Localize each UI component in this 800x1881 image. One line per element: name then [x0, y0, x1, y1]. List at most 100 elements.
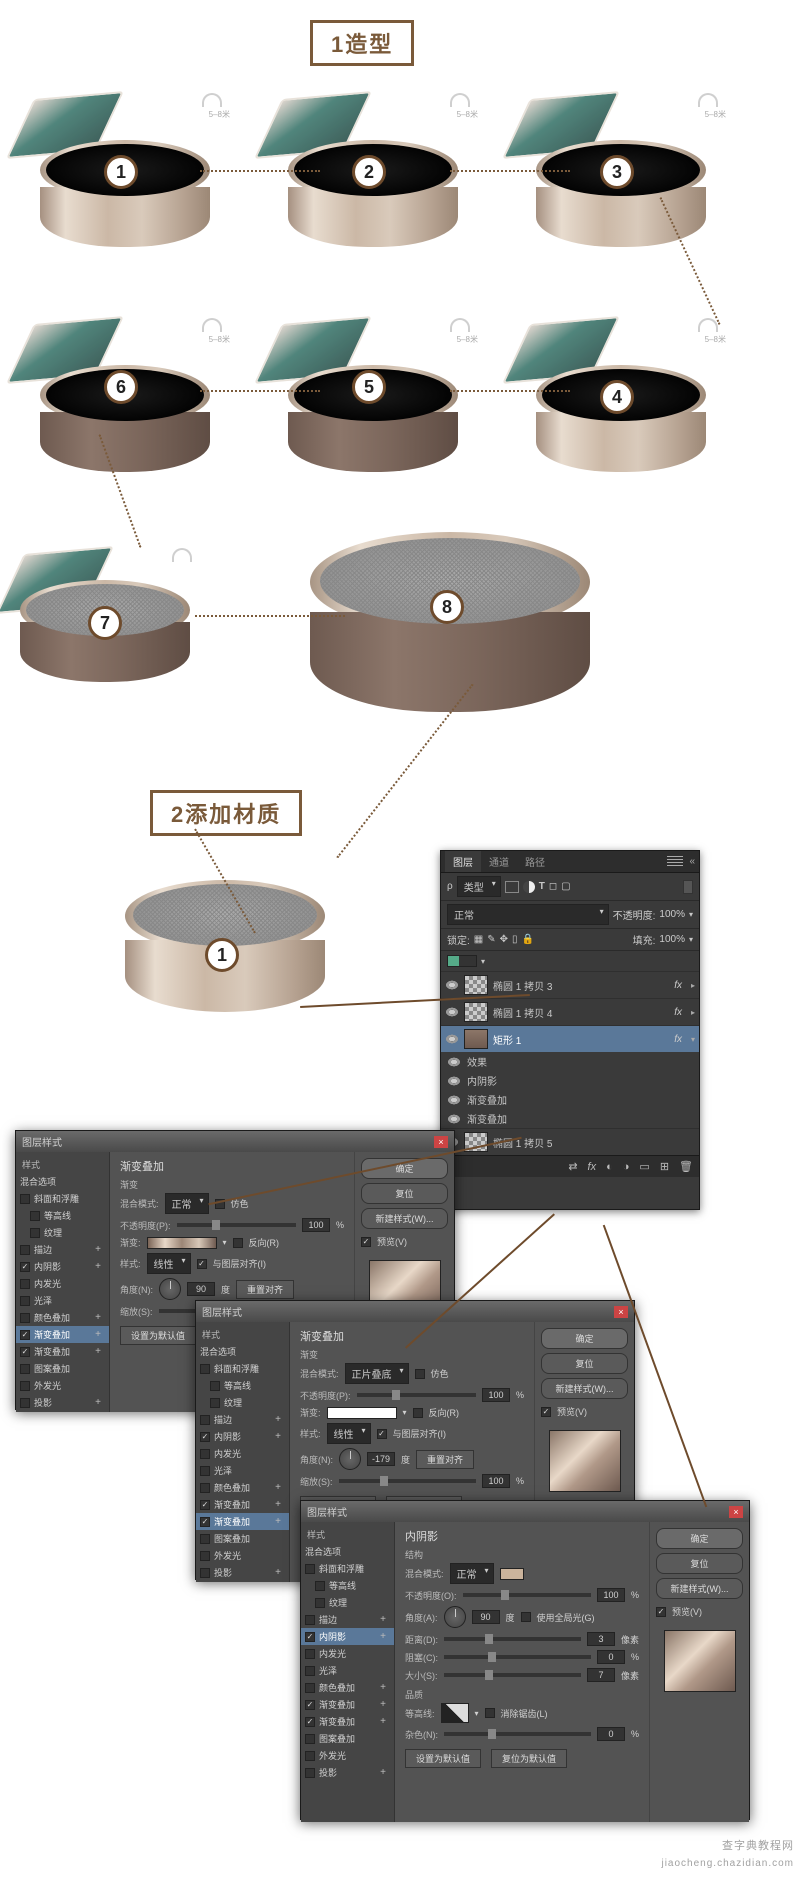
style-checkbox[interactable]: [305, 1683, 315, 1693]
style-gradient-overlay[interactable]: ✓渐变叠加+: [301, 1696, 394, 1713]
style-gradient-overlay-2[interactable]: ✓渐变叠加+: [301, 1713, 394, 1730]
style-gradient-overlay[interactable]: ✓渐变叠加+: [196, 1496, 289, 1513]
add-icon[interactable]: +: [275, 1431, 285, 1442]
visibility-toggle-icon[interactable]: [447, 1057, 461, 1067]
effect-gradient-overlay-1[interactable]: 渐变叠加: [441, 1090, 699, 1109]
fill-caret-icon[interactable]: ▾: [689, 935, 693, 944]
opacity-value[interactable]: 100: [482, 1388, 510, 1402]
style-color-overlay[interactable]: 颜色叠加+: [16, 1309, 109, 1326]
reverse-checkbox[interactable]: [233, 1238, 243, 1248]
angle-dial[interactable]: [159, 1278, 181, 1300]
style-checkbox[interactable]: [305, 1734, 315, 1744]
layer-style-icon[interactable]: fx: [588, 1161, 597, 1173]
gradient-caret-icon[interactable]: ▾: [223, 1238, 227, 1247]
style-checkbox[interactable]: [20, 1364, 30, 1374]
size-value[interactable]: 7: [587, 1668, 615, 1682]
angle-value[interactable]: 90: [187, 1282, 215, 1296]
visibility-toggle-icon[interactable]: [445, 1007, 459, 1017]
layer-kind-dropdown[interactable]: 类型: [457, 876, 501, 897]
add-icon[interactable]: +: [275, 1499, 285, 1510]
scale-value[interactable]: 100: [482, 1474, 510, 1488]
style-checkbox[interactable]: ✓: [305, 1700, 315, 1710]
add-icon[interactable]: +: [95, 1329, 105, 1340]
style-checkbox[interactable]: [315, 1581, 325, 1591]
style-inner-shadow[interactable]: ✓内阴影+: [196, 1428, 289, 1445]
fx-indicator[interactable]: fx: [674, 1034, 686, 1045]
shadow-color-swatch[interactable]: [500, 1568, 524, 1580]
style-pattern-overlay[interactable]: 图案叠加: [16, 1360, 109, 1377]
opacity-slider[interactable]: [357, 1393, 476, 1397]
style-checkbox[interactable]: [20, 1296, 30, 1306]
fill-value[interactable]: 100%: [659, 934, 685, 945]
global-light-checkbox[interactable]: [521, 1612, 531, 1622]
effect-gradient-overlay-2[interactable]: 渐变叠加: [441, 1109, 699, 1128]
layer-mask-icon[interactable]: ◐: [606, 1161, 613, 1173]
filter-icon-image-icon[interactable]: [505, 881, 519, 893]
blend-mode-dropdown[interactable]: 正常: [450, 1563, 494, 1584]
style-checkbox[interactable]: [200, 1551, 210, 1561]
layer-row-ellipse-copy3[interactable]: 椭圆 1 拷贝 3 fx ▸: [441, 971, 699, 998]
style-checkbox[interactable]: [210, 1398, 220, 1408]
reverse-checkbox[interactable]: [413, 1408, 423, 1418]
paths-tab[interactable]: 路径: [517, 851, 553, 872]
dialog-close-icon[interactable]: ×: [434, 1136, 448, 1148]
lock-paint-icon[interactable]: ✎: [487, 934, 495, 945]
style-pattern-overlay[interactable]: 图案叠加: [196, 1530, 289, 1547]
style-bevel[interactable]: 斜面和浮雕: [301, 1560, 394, 1577]
new-style-button[interactable]: 新建样式(W)...: [361, 1208, 448, 1229]
link-layers-icon[interactable]: ⇄: [568, 1160, 577, 1173]
style-checkbox[interactable]: ✓: [200, 1517, 210, 1527]
style-pattern-overlay[interactable]: 图案叠加: [301, 1730, 394, 1747]
style-inner-shadow[interactable]: ✓内阴影+: [301, 1628, 394, 1645]
style-checkbox[interactable]: [30, 1228, 40, 1238]
antialias-checkbox[interactable]: [485, 1708, 495, 1718]
contour-swatch[interactable]: [441, 1703, 469, 1723]
style-drop-shadow[interactable]: 投影+: [301, 1764, 394, 1781]
filter-icon-smart-icon[interactable]: ▢: [561, 881, 570, 892]
blend-mode-dropdown[interactable]: 正常: [165, 1193, 209, 1214]
visibility-toggle-icon[interactable]: [445, 980, 459, 990]
add-icon[interactable]: +: [380, 1767, 390, 1778]
angle-value[interactable]: -179: [367, 1452, 395, 1466]
effect-inner-shadow[interactable]: 内阴影: [441, 1071, 699, 1090]
style-checkbox[interactable]: [305, 1751, 315, 1761]
blend-mode-dropdown[interactable]: 正常: [447, 904, 609, 925]
style-stroke[interactable]: 描边+: [301, 1611, 394, 1628]
set-default-button[interactable]: 设置为默认值: [405, 1749, 481, 1768]
style-contour[interactable]: 等高线: [16, 1207, 109, 1224]
style-color-overlay[interactable]: 颜色叠加+: [301, 1679, 394, 1696]
gradient-swatch[interactable]: [327, 1407, 397, 1419]
fx-indicator[interactable]: fx: [674, 1007, 686, 1018]
style-drop-shadow[interactable]: 投影+: [16, 1394, 109, 1411]
filter-icon-shape-icon[interactable]: ◻: [549, 881, 557, 892]
add-icon[interactable]: +: [380, 1631, 390, 1642]
style-checkbox[interactable]: ✓: [20, 1262, 30, 1272]
style-checkbox[interactable]: [20, 1398, 30, 1408]
layer-row-ellipse-copy4[interactable]: 椭圆 1 拷贝 4 fx ▸: [441, 998, 699, 1025]
style-inner-glow[interactable]: 内发光: [16, 1275, 109, 1292]
opacity-caret-icon[interactable]: ▾: [689, 910, 693, 919]
new-layer-icon[interactable]: ⊞: [660, 1160, 669, 1173]
style-checkbox[interactable]: ✓: [200, 1500, 210, 1510]
opacity-slider[interactable]: [177, 1223, 296, 1227]
gradient-style-dropdown[interactable]: 线性: [147, 1253, 191, 1274]
style-checkbox[interactable]: ✓: [20, 1347, 30, 1357]
style-color-overlay[interactable]: 颜色叠加+: [196, 1479, 289, 1496]
filter-icon-text-icon[interactable]: T: [539, 881, 545, 892]
add-icon[interactable]: +: [380, 1699, 390, 1710]
style-checkbox[interactable]: [20, 1313, 30, 1323]
style-checkbox[interactable]: [305, 1649, 315, 1659]
noise-value[interactable]: 0: [597, 1727, 625, 1741]
lock-trans-icon[interactable]: ▦: [474, 934, 483, 945]
add-icon[interactable]: +: [95, 1397, 105, 1408]
style-bevel[interactable]: 斜面和浮雕: [16, 1190, 109, 1207]
angle-dial[interactable]: [444, 1606, 466, 1628]
preview-checkbox[interactable]: ✓: [541, 1407, 551, 1417]
panel-menu-icon[interactable]: [667, 856, 683, 868]
dither-checkbox[interactable]: [415, 1369, 425, 1379]
add-icon[interactable]: +: [275, 1516, 285, 1527]
preview-checkbox[interactable]: ✓: [656, 1607, 666, 1617]
add-icon[interactable]: +: [275, 1414, 285, 1425]
panel-close-icon[interactable]: «: [689, 856, 695, 867]
preview-checkbox[interactable]: ✓: [361, 1237, 371, 1247]
